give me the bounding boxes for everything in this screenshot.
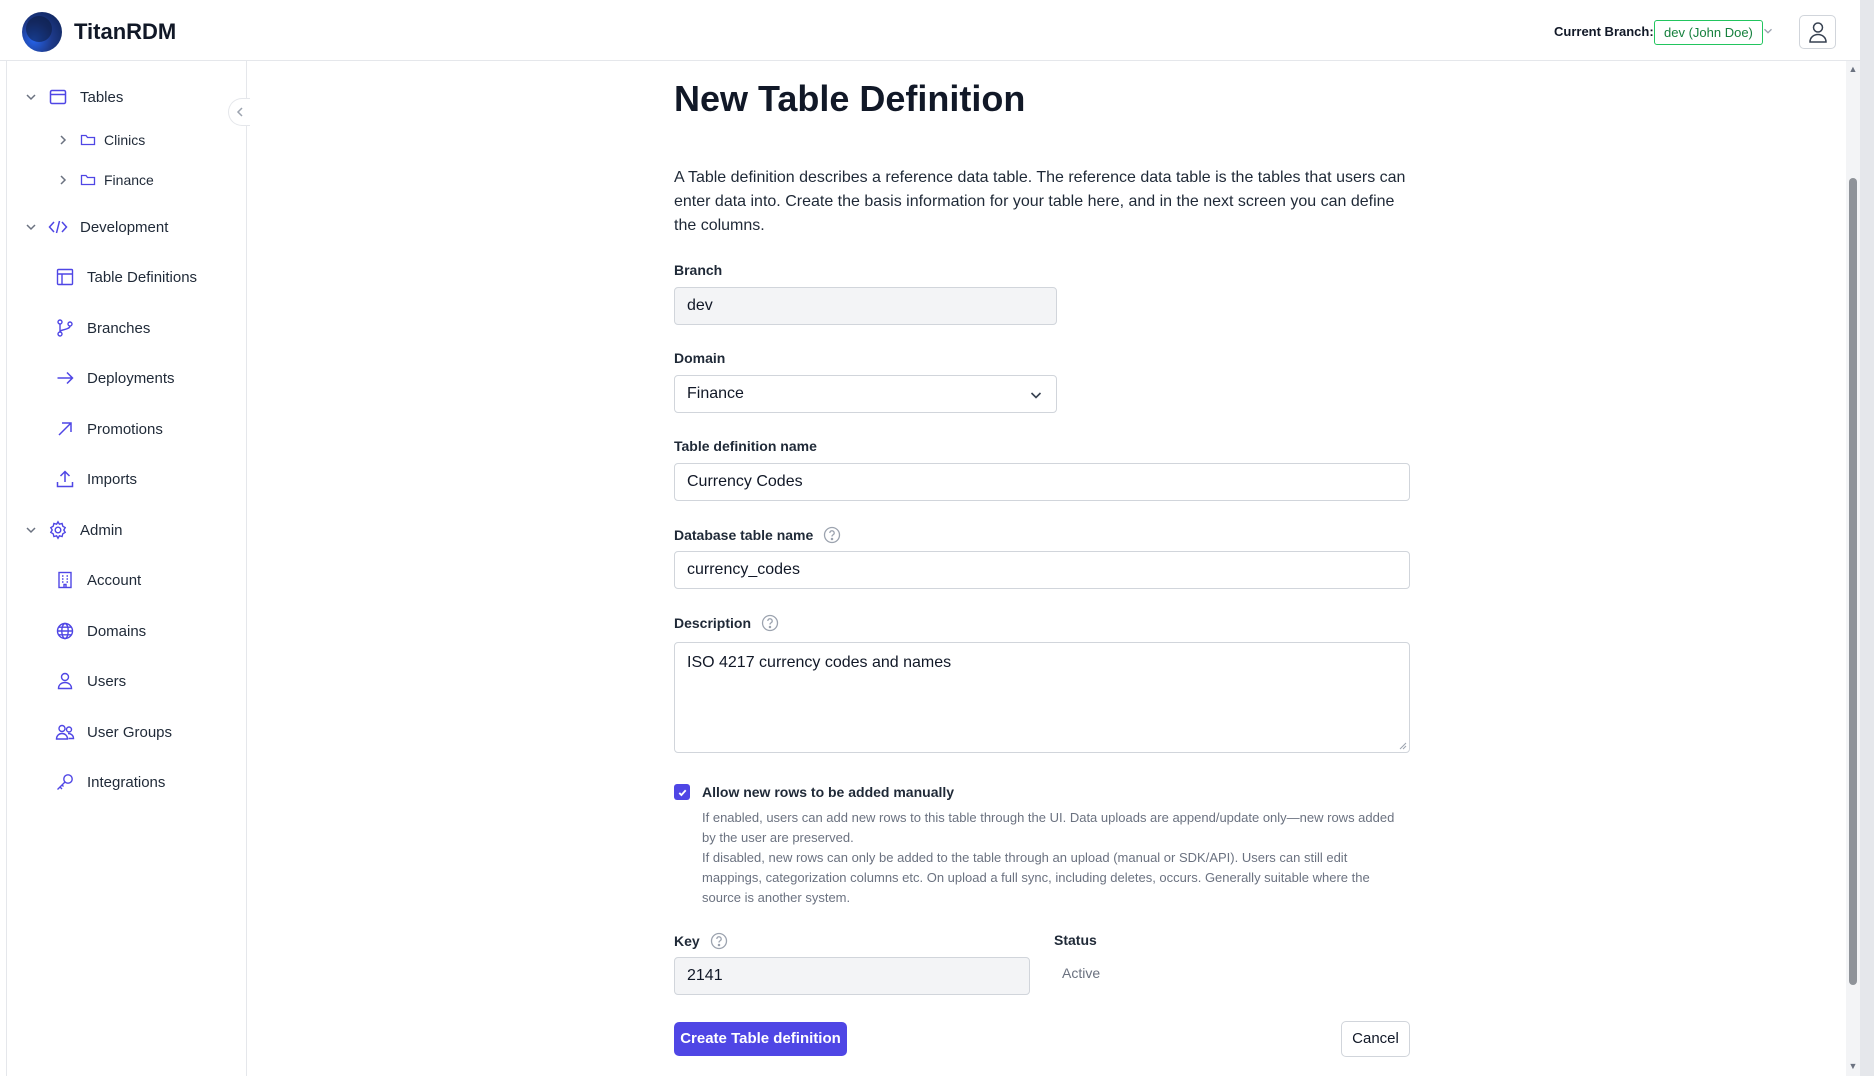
db-table-name-label: Database table name: [674, 526, 841, 544]
sidebar-item-label: Clinics: [104, 132, 146, 148]
sidebar-item-user-groups[interactable]: User Groups: [55, 722, 172, 742]
current-branch-selector[interactable]: dev (John Doe): [1654, 20, 1763, 45]
chevron-down-icon[interactable]: [1761, 24, 1775, 38]
page-title: New Table Definition: [674, 78, 1026, 119]
app-name: TitanRDM: [74, 19, 177, 44]
db-table-name-input[interactable]: currency_codes: [674, 551, 1410, 589]
description-value: ISO 4217 currency codes and names: [687, 654, 952, 671]
sidebar-item-account[interactable]: Account: [55, 570, 141, 590]
sidebar-item-label: Finance: [104, 172, 154, 188]
sidebar-group-development[interactable]: Development: [24, 217, 168, 237]
app-logo: [22, 12, 62, 52]
checkmark-icon: [678, 789, 686, 796]
sidebar-item-imports[interactable]: Imports: [55, 469, 137, 489]
sidebar-item-label: Imports: [87, 470, 138, 488]
sidebar-item-label: User Groups: [87, 723, 173, 741]
allow-rows-label: Allow new rows to be added manually: [702, 784, 955, 800]
chevron-down-icon: [1030, 392, 1042, 399]
sidebar-group-label: Admin: [80, 521, 123, 539]
help-circle-icon[interactable]: [710, 932, 728, 950]
user-icon: [57, 672, 73, 690]
status-value: Active: [1062, 965, 1101, 981]
sidebar-item-users[interactable]: Users: [55, 671, 126, 691]
sidebar-item-finance[interactable]: Finance: [56, 172, 154, 188]
allow-rows-checkbox[interactable]: [674, 784, 690, 800]
sidebar-item-label: Table Definitions: [87, 268, 198, 286]
sidebar-item-deployments[interactable]: Deployments: [55, 368, 175, 388]
branch-label: Branch: [674, 262, 723, 278]
domain-label: Domain: [674, 350, 726, 366]
sidebar: [6, 61, 247, 1076]
domain-select[interactable]: Finance: [674, 375, 1057, 413]
sidebar-group-label: Development: [80, 218, 169, 236]
key-icon: [57, 774, 73, 790]
scroll-down-icon[interactable]: ▼: [1848, 1062, 1858, 1071]
arrow-right-icon: [57, 371, 74, 385]
sidebar-item-branches[interactable]: Branches: [55, 318, 150, 338]
description-label: Description: [674, 614, 779, 632]
sidebar-item-label: Account: [87, 571, 142, 589]
sidebar-item-promotions[interactable]: Promotions: [55, 419, 163, 439]
chevron-down-icon: [26, 94, 36, 101]
branch-field: dev: [674, 287, 1057, 325]
help-circle-icon[interactable]: [823, 526, 841, 544]
sidebar-group-tables[interactable]: Tables: [24, 87, 123, 107]
cancel-button[interactable]: Cancel: [1341, 1021, 1410, 1057]
chevron-right-icon: [60, 135, 67, 145]
sidebar-item-label: Deployments: [87, 369, 175, 387]
user-menu-button[interactable]: [1799, 15, 1836, 49]
git-branch-icon: [57, 319, 73, 337]
key-label: Key: [674, 932, 728, 950]
chevron-down-icon: [26, 527, 36, 534]
gear-icon: [49, 520, 67, 540]
upload-icon: [56, 470, 74, 488]
domain-select-value: Finance: [687, 385, 744, 402]
sidebar-item-domains[interactable]: Domains: [55, 621, 146, 641]
sidebar-item-label: Promotions: [87, 420, 163, 438]
vertical-scrollbar[interactable]: ▲ ▼: [1846, 61, 1860, 1076]
chevron-down-icon: [26, 224, 36, 231]
sidebar-group-admin[interactable]: Admin: [24, 520, 123, 540]
code-icon: [48, 220, 68, 234]
user-icon: [1808, 22, 1827, 43]
folder-icon: [80, 134, 96, 146]
sidebar-item-clinics[interactable]: Clinics: [56, 132, 145, 148]
create-table-definition-button[interactable]: Create Table definition: [674, 1022, 847, 1056]
top-header: TitanRDM Current Branch: dev (John Doe): [0, 0, 1860, 61]
arrow-up-right-icon: [58, 422, 72, 436]
sidebar-item-label: Branches: [87, 319, 151, 337]
sidebar-item-table-definitions[interactable]: Table Definitions: [55, 267, 197, 287]
table-name-input[interactable]: Currency Codes: [674, 463, 1410, 501]
sidebar-group-label: Tables: [80, 88, 124, 106]
chevron-left-icon: [236, 107, 243, 117]
sidebar-item-label: Integrations: [87, 773, 166, 791]
resize-grip-icon[interactable]: [1399, 742, 1407, 750]
window-edge: [1860, 0, 1874, 1076]
status-label: Status: [1054, 932, 1097, 948]
current-branch-label: Current Branch:: [1554, 24, 1654, 39]
scroll-up-icon[interactable]: ▲: [1848, 65, 1858, 74]
intro-text: A Table definition describes a reference…: [674, 169, 1406, 234]
key-field: 2141: [674, 957, 1030, 995]
sidebar-item-label: Domains: [87, 622, 147, 640]
table-window-icon: [49, 89, 67, 105]
table-name-label: Table definition name: [674, 438, 817, 454]
sidebar-item-integrations[interactable]: Integrations: [55, 772, 165, 792]
users-icon: [55, 724, 75, 740]
sidebar-item-label: Users: [87, 672, 127, 690]
folder-icon: [80, 174, 96, 186]
scrollbar-thumb[interactable]: [1849, 178, 1857, 985]
allow-rows-help: If enabled, users can add new rows to th…: [702, 808, 1407, 908]
building-icon: [58, 571, 72, 589]
table-grid-icon: [56, 268, 74, 286]
collapse-sidebar-button[interactable]: [228, 98, 250, 126]
globe-icon: [56, 622, 74, 640]
allow-rows-help-enabled: If enabled, users can add new rows to th…: [702, 810, 1395, 845]
chevron-right-icon: [60, 175, 67, 185]
allow-rows-help-disabled: If disabled, new rows can only be added …: [702, 850, 1370, 905]
help-circle-icon[interactable]: [761, 614, 779, 632]
description-textarea[interactable]: ISO 4217 currency codes and names: [674, 642, 1410, 753]
